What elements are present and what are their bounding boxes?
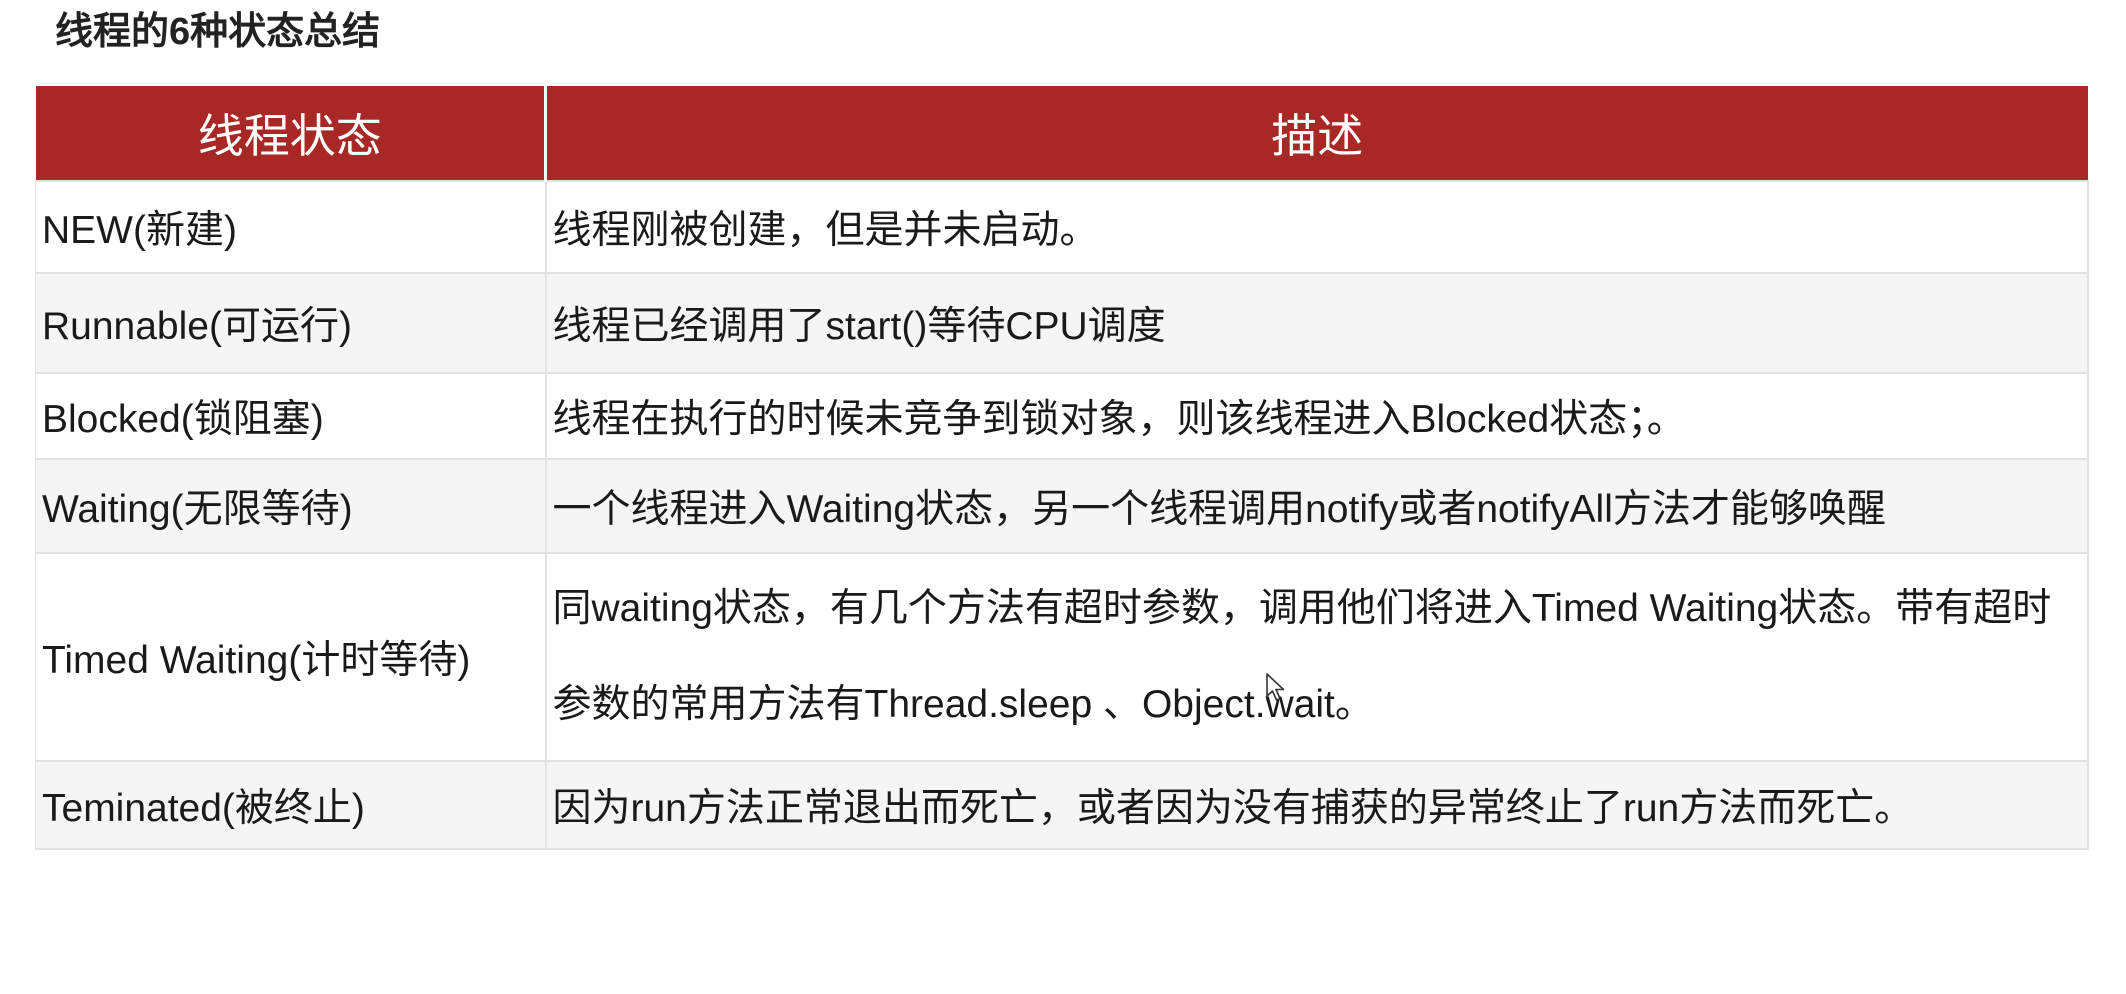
description-cell: 同waiting状态，有几个方法有超时参数，调用他们将进入Timed Waiti…	[545, 552, 2089, 761]
page-title: 线程的6种状态总结	[55, 11, 381, 53]
thread-states-table: 线程状态 描述 NEW(新建) 线程刚被创建，但是并未启动。 Runnable(…	[35, 86, 2089, 850]
state-cell: NEW(新建)	[35, 180, 547, 273]
mouse-pointer-icon	[1266, 673, 1285, 701]
table-row: Waiting(无限等待) 一个线程进入Waiting状态，另一个线程调用not…	[35, 458, 2089, 553]
description-cell: 因为run方法正常退出而死亡，或者因为没有捕获的异常终止了run方法而死亡。	[545, 760, 2089, 850]
description-cell: 线程在执行的时候未竞争到锁对象，则该线程进入Blocked状态；。	[545, 372, 2089, 459]
table-header-row: 线程状态 描述	[35, 86, 2088, 181]
table-row: NEW(新建) 线程刚被创建，但是并未启动。	[35, 180, 2089, 273]
table-row: Teminated(被终止) 因为run方法正常退出而死亡，或者因为没有捕获的异…	[35, 760, 2089, 850]
table-row: Runnable(可运行) 线程已经调用了start()等待CPU调度	[35, 272, 2089, 373]
column-header-state: 线程状态	[35, 86, 547, 181]
state-cell: Waiting(无限等待)	[35, 458, 547, 553]
description-cell: 线程刚被创建，但是并未启动。	[545, 180, 2089, 273]
description-cell: 一个线程进入Waiting状态，另一个线程调用notify或者notifyAll…	[545, 458, 2089, 553]
description-cell: 线程已经调用了start()等待CPU调度	[545, 272, 2089, 373]
state-cell: Runnable(可运行)	[35, 272, 547, 373]
state-cell: Blocked(锁阻塞)	[35, 372, 547, 459]
state-cell: Timed Waiting(计时等待)	[35, 552, 547, 761]
state-cell: Teminated(被终止)	[35, 760, 547, 850]
column-header-description: 描述	[545, 86, 2088, 181]
table-row: Timed Waiting(计时等待) 同waiting状态，有几个方法有超时参…	[35, 552, 2089, 761]
table-row: Blocked(锁阻塞) 线程在执行的时候未竞争到锁对象，则该线程进入Block…	[35, 372, 2089, 459]
